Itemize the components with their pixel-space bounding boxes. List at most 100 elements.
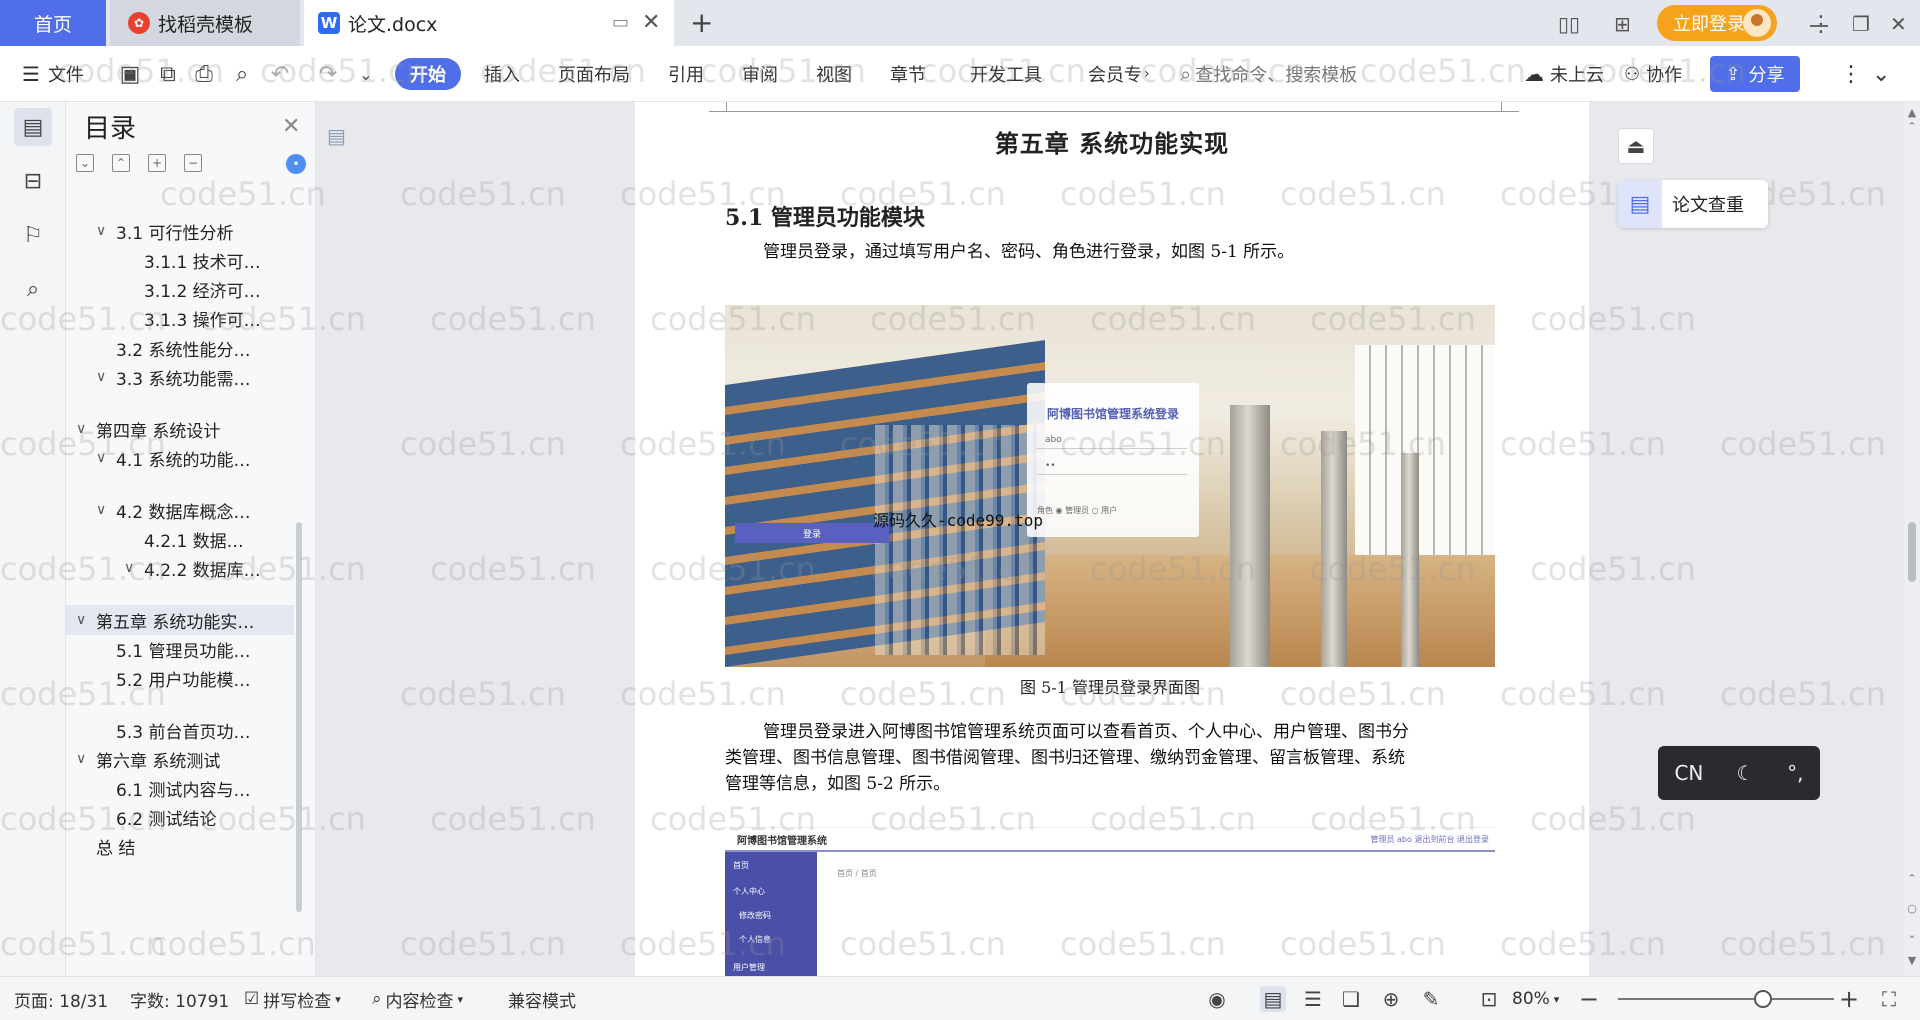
save-icon[interactable]: ▣ [116, 60, 144, 88]
tab-developer[interactable]: 开发工具 [970, 46, 1042, 102]
print-preview-icon[interactable]: ⌕ [228, 60, 256, 88]
chevron-down-icon[interactable]: ∨ [96, 223, 116, 239]
page-indicator[interactable]: 页面: 18/31 [14, 977, 108, 1020]
export-icon[interactable]: ⧉ [154, 60, 182, 88]
tab-member[interactable]: 会员专 › [1088, 46, 1150, 102]
command-search[interactable]: ⌕ 查找命令、搜索模板 [1180, 46, 1357, 102]
scroll-thumb[interactable] [1908, 522, 1916, 582]
word-count[interactable]: 字数: 10791 [130, 977, 229, 1020]
share-label: 分享 [1748, 65, 1785, 86]
tab-document[interactable]: W 论文.docx ▭ ✕ [304, 0, 674, 46]
redo-icon[interactable]: ↷ [314, 60, 342, 88]
login-username-field: abo [1037, 431, 1187, 449]
zoom-out-icon[interactable]: − [1576, 985, 1602, 1013]
chevron-down-icon[interactable]: ∨ [96, 369, 116, 385]
zoom-slider-thumb[interactable] [1754, 990, 1773, 1008]
chevron-down-icon[interactable]: ∨ [76, 612, 96, 628]
close-tab-icon[interactable]: ✕ [642, 10, 660, 35]
tab-insert[interactable]: 插入 [484, 46, 520, 102]
vertical-scrollbar[interactable]: ▲ ⌃ ⌃ ○ ⌄ ▼ [1904, 102, 1920, 976]
collapse-panel-icon[interactable]: ⏏ [1618, 128, 1654, 164]
toc-item[interactable]: ∨ 4.2 数据库概念… [66, 495, 294, 525]
tab-chapter[interactable]: 章节 [890, 46, 926, 102]
toc-item[interactable]: 6.2 测试结论 [66, 802, 294, 832]
tab-view[interactable]: 视图 [816, 46, 852, 102]
chevron-down-icon[interactable]: ∨ [76, 751, 96, 767]
page-view-icon[interactable]: ▤ [1260, 986, 1286, 1012]
new-tab-button[interactable]: + [690, 6, 713, 39]
toc-item[interactable]: ∨ 第五章 系统功能实… [66, 605, 294, 635]
scroll-select-icon[interactable]: ○ [1905, 902, 1919, 915]
close-icon[interactable]: ✕ [282, 114, 300, 139]
fullscreen-icon[interactable]: ⛶ [1876, 986, 1902, 1012]
toc-item[interactable]: 4.2.1 数据… [66, 524, 294, 554]
toc-item[interactable]: 3.2 系统性能分… [66, 333, 294, 363]
scroll-down-icon[interactable]: ▼ [1905, 954, 1919, 967]
write-view-icon[interactable]: ✎ [1418, 986, 1444, 1012]
cloud-status[interactable]: ☁ 未上云 [1524, 46, 1604, 102]
toc-item[interactable]: ∨ 3.1 可行性分析 [66, 216, 294, 246]
outline-view-icon[interactable]: ☰ [1300, 986, 1326, 1012]
plagiarism-check-button[interactable]: ▤ 论文查重 [1618, 180, 1768, 228]
chevron-down-icon[interactable]: ∨ [124, 560, 144, 576]
tab-home[interactable]: 首页 [0, 0, 106, 46]
toc-item[interactable]: 5.2 用户功能模… [66, 663, 294, 693]
toc-scrollbar[interactable] [296, 522, 302, 912]
tab-page-layout[interactable]: 页面布局 [558, 46, 630, 102]
scroll-up-icon[interactable]: ▲ [1905, 106, 1919, 119]
close-window-icon[interactable]: ✕ [1890, 8, 1907, 40]
monitor-icon[interactable]: ▭ [612, 12, 629, 33]
login-button[interactable]: 立即登录 [1657, 5, 1777, 41]
print-icon[interactable]: ⎙ [190, 60, 218, 88]
toc-item[interactable]: ∨ 3.3 系统功能需… [66, 362, 294, 392]
toc-item[interactable]: 3.1.1 技术可… [66, 245, 294, 275]
quick-access-dropdown-icon[interactable]: ⌄ [352, 60, 380, 88]
toc-item[interactable]: ∨ 第六章 系统测试 [66, 744, 294, 774]
tab-review[interactable]: 审阅 [742, 46, 778, 102]
scroll-prev-page-icon[interactable]: ⌃ [1905, 872, 1919, 885]
document-page[interactable]: 第五章 系统功能实现 5.1 管理员功能模块 管理员登录，通过填写用户名、密码、… [635, 102, 1589, 976]
more-options-icon[interactable]: ⋮ [1840, 46, 1862, 102]
zoom-slider[interactable] [1618, 990, 1834, 1008]
layout-icon[interactable]: ▯▯ [1558, 8, 1580, 40]
tab-start[interactable]: 开始 [395, 58, 461, 90]
zoom-in-icon[interactable]: + [1836, 985, 1862, 1013]
toc-item[interactable]: 3.1.3 操作可… [66, 303, 294, 333]
toc-item[interactable]: 5.3 前台首页功… [66, 715, 294, 745]
scroll-up-page-icon[interactable]: ⌃ [1905, 120, 1919, 133]
find-icon[interactable]: ⌕ [14, 270, 52, 308]
zoom-level[interactable]: 80% ▾ [1512, 977, 1559, 1020]
share-button[interactable]: ⇪ 分享 [1710, 56, 1800, 92]
toc-item[interactable]: ∨ 4.2.2 数据库… [66, 553, 294, 583]
collapse-ribbon-icon[interactable]: ⌄ [1872, 46, 1890, 102]
undo-icon[interactable]: ↶ [266, 60, 294, 88]
toc-icon[interactable]: ▤ [14, 108, 52, 146]
input-method-widget[interactable]: CN ☾ °, [1658, 746, 1820, 800]
web-view-icon[interactable]: ⊕ [1378, 986, 1404, 1012]
chapter-nav-icon[interactable]: ⊟ [14, 162, 52, 200]
chevron-down-icon[interactable]: ∨ [76, 421, 96, 437]
fit-page-icon[interactable]: ⊡ [1476, 986, 1502, 1012]
file-menu[interactable]: ☰ 文件 [22, 46, 84, 102]
reading-view-icon[interactable]: ❏ [1338, 986, 1364, 1012]
tab-docer-templates[interactable]: ✿ 找稻壳模板 [110, 0, 300, 46]
bookmark-icon[interactable]: ⚐ [14, 216, 52, 254]
toc-item[interactable]: ∨ 4.1 系统的功能… [66, 443, 294, 473]
grid-apps-icon[interactable]: ⊞ [1614, 8, 1631, 40]
content-check-button[interactable]: ⌕ 内容检查 ▾ [372, 977, 463, 1020]
restore-icon[interactable]: ❐ [1852, 8, 1870, 40]
tab-references[interactable]: 引用 [668, 46, 704, 102]
toc-item[interactable]: 6.1 测试内容与… [66, 773, 294, 803]
chevron-down-icon[interactable]: ∨ [96, 450, 116, 466]
chevron-down-icon[interactable]: ∨ [96, 502, 116, 518]
toc-item[interactable]: 总 结 [66, 831, 294, 861]
eye-protection-icon[interactable]: ◉ [1204, 986, 1230, 1012]
minimize-icon[interactable] [1810, 8, 1828, 40]
toc-item[interactable]: 3.1.2 经济可… [66, 274, 294, 304]
page-menu-icon[interactable]: ▤ [327, 124, 346, 148]
spell-check-button[interactable]: ☑ 拼写检查 ▾ [244, 977, 341, 1020]
toc-item[interactable]: ∨ 第四章 系统设计 [66, 414, 294, 444]
toc-item[interactable]: 5.1 管理员功能… [66, 634, 294, 664]
collaborate-button[interactable]: ⚇ 协作 [1624, 46, 1682, 102]
scroll-next-page-icon[interactable]: ⌄ [1905, 928, 1919, 941]
